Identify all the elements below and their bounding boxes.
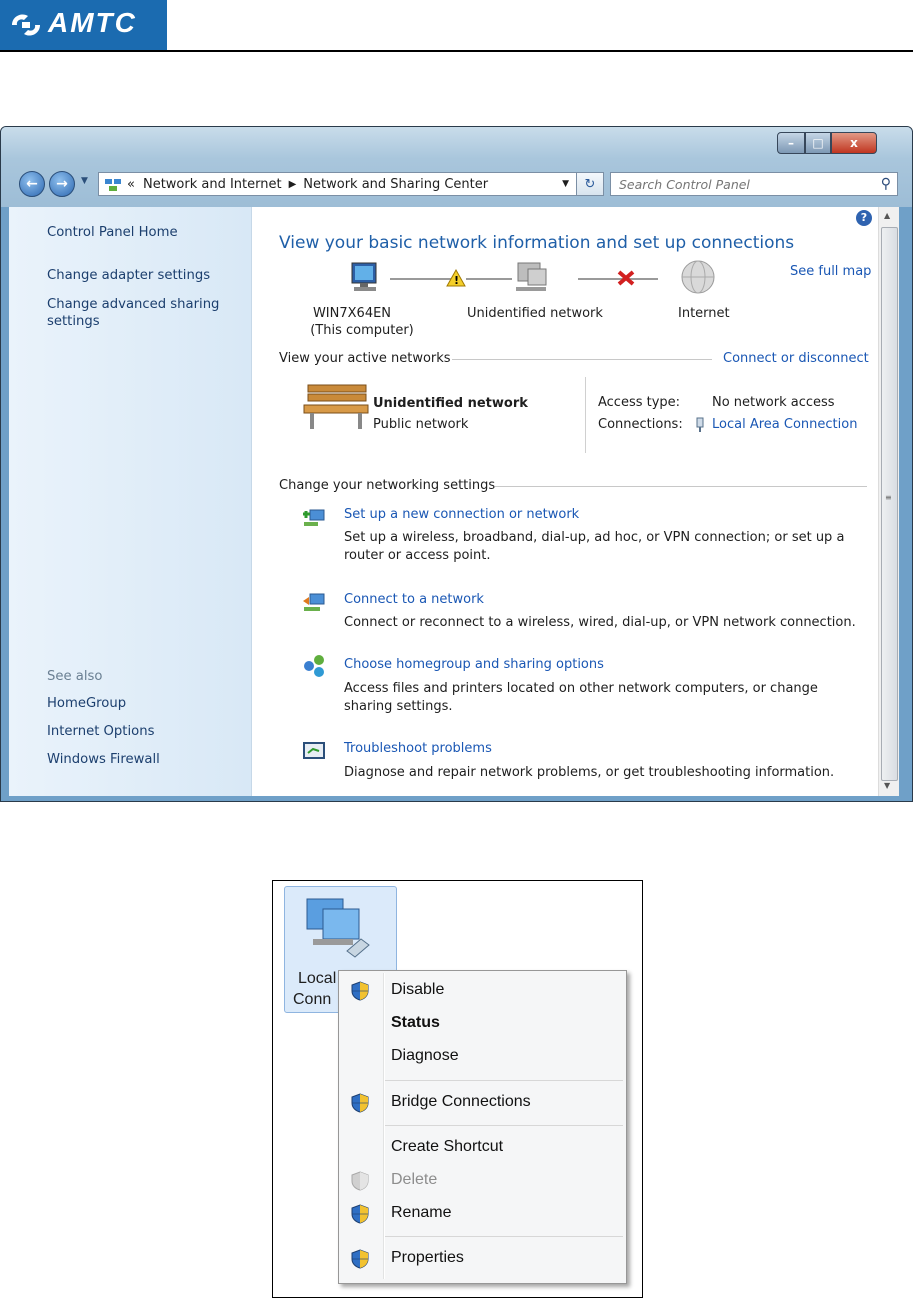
logo-text: AMTC bbox=[48, 7, 137, 38]
page-title: View your basic network information and … bbox=[279, 233, 795, 253]
computer-subtitle: (This computer) bbox=[310, 323, 414, 338]
disconnected-x-icon bbox=[617, 270, 635, 286]
back-button[interactable]: ← bbox=[19, 171, 45, 197]
address-overflow-chevron[interactable]: « bbox=[127, 177, 135, 192]
task-new-connection-link[interactable]: Set up a new connection or network bbox=[344, 507, 579, 522]
task-troubleshoot-link[interactable]: Troubleshoot problems bbox=[344, 741, 492, 756]
connect-network-icon bbox=[303, 593, 325, 611]
local-area-connection-icon bbox=[306, 898, 370, 958]
connect-disconnect-link[interactable]: Connect or disconnect bbox=[723, 351, 869, 366]
map-network-label[interactable]: Unidentified network bbox=[467, 306, 603, 321]
divider bbox=[495, 486, 867, 487]
uac-shield-icon bbox=[351, 981, 369, 1001]
logo-banner: AMTC bbox=[0, 0, 167, 50]
close-button[interactable]: x bbox=[831, 132, 877, 154]
menu-item-properties[interactable]: Properties bbox=[341, 1244, 624, 1274]
scroll-thumb[interactable]: ≡ bbox=[881, 227, 898, 781]
breadcrumb-network-sharing-center[interactable]: Network and Sharing Center bbox=[303, 177, 488, 192]
address-bar[interactable]: « Network and Internet ▶ Network and Sha… bbox=[98, 172, 578, 196]
ethernet-plug-icon bbox=[696, 417, 704, 432]
amtc-logo-icon bbox=[12, 14, 40, 36]
tile-label-line2[interactable]: Conn bbox=[293, 991, 331, 1009]
forward-button[interactable]: → bbox=[49, 171, 75, 197]
sidebar-internet-options[interactable]: Internet Options bbox=[47, 724, 154, 739]
internet-globe-icon bbox=[681, 260, 715, 294]
menu-separator bbox=[385, 1236, 623, 1237]
search-input[interactable] bbox=[611, 175, 881, 193]
caption-buttons: – □ x bbox=[777, 132, 877, 154]
task-connect-network-desc: Connect or reconnect to a wireless, wire… bbox=[344, 615, 856, 630]
breadcrumb-network-internet[interactable]: Network and Internet bbox=[143, 177, 282, 192]
access-type-value: No network access bbox=[712, 395, 835, 410]
menu-item-diagnose[interactable]: Diagnose bbox=[341, 1042, 624, 1072]
troubleshoot-icon bbox=[303, 742, 325, 759]
computer-icon bbox=[351, 262, 377, 291]
settings-heading: Change your networking settings bbox=[279, 478, 496, 493]
refresh-icon: ↻ bbox=[584, 176, 596, 192]
sidebar: Control Panel Home Change adapter settin… bbox=[9, 207, 252, 796]
network-folder-icon bbox=[105, 179, 121, 191]
task-homegroup-link[interactable]: Choose homegroup and sharing options bbox=[344, 657, 604, 672]
menu-item-create-shortcut[interactable]: Create Shortcut bbox=[341, 1133, 624, 1163]
thumb-grip-icon: ≡ bbox=[885, 493, 892, 502]
context-menu: Disable Status Diagnose Bridge Connectio… bbox=[338, 970, 627, 1284]
menu-separator bbox=[385, 1125, 623, 1126]
search-box[interactable]: ⚲ bbox=[610, 172, 898, 196]
map-internet-label[interactable]: Internet bbox=[678, 306, 730, 321]
access-type-label: Access type: bbox=[598, 395, 681, 410]
svg-text:!: ! bbox=[454, 274, 459, 287]
sidebar-windows-firewall[interactable]: Windows Firewall bbox=[47, 752, 160, 767]
vertical-scrollbar[interactable]: ▲ ≡ ▼ bbox=[878, 207, 899, 796]
breadcrumb-separator-icon[interactable]: ▶ bbox=[289, 179, 297, 190]
connections-label: Connections: bbox=[598, 417, 683, 432]
link-line-2 bbox=[466, 278, 512, 280]
forward-arrow-icon: → bbox=[56, 176, 68, 192]
uac-shield-icon bbox=[351, 1249, 369, 1269]
task-troubleshoot-desc: Diagnose and repair network problems, or… bbox=[344, 765, 835, 780]
homegroup-icon bbox=[304, 655, 324, 677]
uac-shield-disabled-icon bbox=[351, 1171, 369, 1191]
help-icon[interactable]: ? bbox=[856, 210, 872, 226]
scroll-down-arrow-icon[interactable]: ▼ bbox=[884, 781, 890, 790]
minimize-button[interactable]: – bbox=[777, 132, 805, 154]
task-new-connection-desc: Set up a wireless, broadband, dial-up, a… bbox=[344, 530, 845, 563]
scroll-up-arrow-icon[interactable]: ▲ bbox=[884, 211, 890, 220]
computer-name[interactable]: WIN7X64EN bbox=[312, 306, 392, 321]
maximize-button[interactable]: □ bbox=[805, 132, 831, 154]
network-icon bbox=[516, 262, 547, 291]
active-network-name: Unidentified network bbox=[373, 396, 528, 411]
active-networks-heading: View your active networks bbox=[279, 351, 451, 366]
sidebar-change-advanced-sharing[interactable]: Change advanced sharing settings bbox=[47, 296, 237, 330]
warning-icon: ! bbox=[446, 269, 466, 287]
sidebar-control-panel-home[interactable]: Control Panel Home bbox=[47, 225, 178, 240]
refresh-button[interactable]: ↻ bbox=[576, 172, 604, 196]
bench-icon bbox=[303, 384, 369, 429]
uac-shield-icon bbox=[351, 1204, 369, 1224]
menu-item-delete[interactable]: Delete bbox=[341, 1166, 624, 1196]
menu-separator bbox=[385, 1080, 623, 1081]
see-full-map-link[interactable]: See full map bbox=[790, 264, 871, 279]
sidebar-change-adapter-settings[interactable]: Change adapter settings bbox=[47, 268, 210, 283]
local-area-connection-link[interactable]: Local Area Connection bbox=[712, 417, 857, 432]
back-arrow-icon: ← bbox=[26, 176, 38, 192]
header-rule bbox=[0, 50, 913, 52]
divider bbox=[452, 359, 712, 360]
network-sharing-center-window: – □ x ← → ▼ « Network and Internet ▶ Net… bbox=[0, 126, 913, 802]
search-icon[interactable]: ⚲ bbox=[881, 176, 891, 192]
menu-item-bridge-connections[interactable]: Bridge Connections bbox=[341, 1088, 624, 1118]
see-also-heading: See also bbox=[47, 669, 103, 684]
main-content: ? View your basic network information an… bbox=[252, 207, 878, 796]
sidebar-homegroup[interactable]: HomeGroup bbox=[47, 696, 126, 711]
uac-shield-icon bbox=[351, 1093, 369, 1113]
menu-item-rename[interactable]: Rename bbox=[341, 1199, 624, 1229]
task-homegroup-desc: Access files and printers located on oth… bbox=[344, 681, 818, 714]
menu-item-disable[interactable]: Disable bbox=[341, 976, 624, 1006]
recent-pages-dropdown[interactable]: ▼ bbox=[81, 176, 88, 186]
vertical-divider bbox=[585, 377, 586, 453]
task-connect-network-link[interactable]: Connect to a network bbox=[344, 592, 484, 607]
menu-item-status[interactable]: Status bbox=[341, 1009, 624, 1039]
new-connection-icon bbox=[303, 509, 325, 526]
network-type-link[interactable]: Public network bbox=[373, 417, 468, 432]
address-dropdown-icon[interactable]: ▼ bbox=[562, 179, 569, 189]
